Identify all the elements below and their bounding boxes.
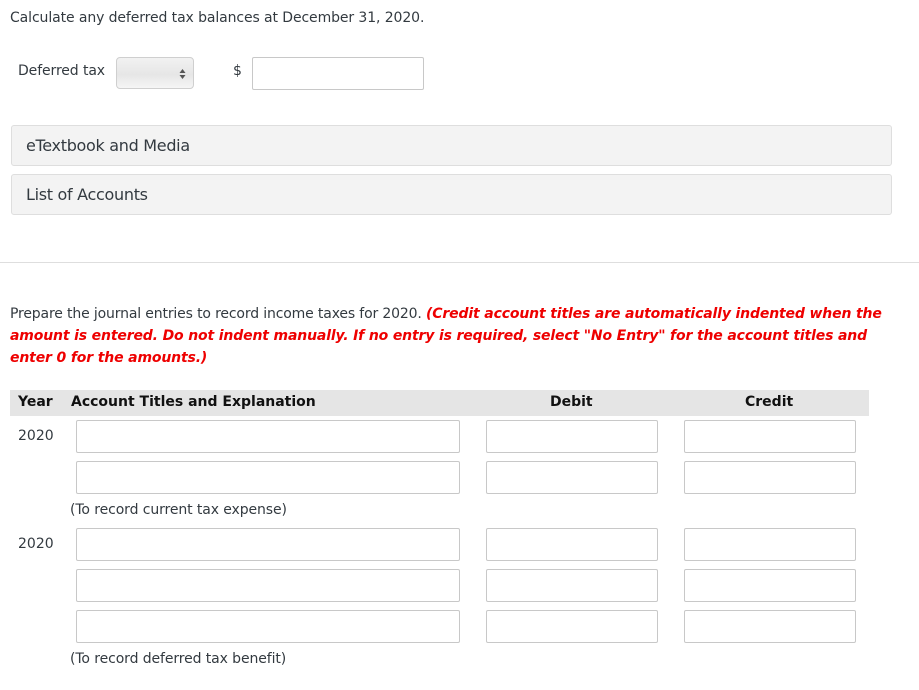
entry-1-row-2-account-input[interactable]: [76, 461, 460, 494]
part-b-question-text: Prepare the journal entries to record in…: [10, 306, 427, 322]
header-debit: Debit: [550, 394, 593, 410]
header-year: Year: [18, 394, 53, 410]
entry-1-row-1-account-input[interactable]: [76, 420, 460, 453]
header-credit: Credit: [745, 394, 794, 410]
entry-2-row-3-credit-input[interactable]: [684, 610, 856, 643]
entry-2-row-2-account-input[interactable]: [76, 569, 460, 602]
entry-1-year: 2020: [18, 428, 54, 444]
entry-2-row-2-credit-input[interactable]: [684, 569, 856, 602]
entry-1-memo: (To record current tax expense): [70, 502, 287, 518]
entry-1-row-2-debit-input[interactable]: [486, 461, 658, 494]
entry-2-row-3-account-input[interactable]: [76, 610, 460, 643]
select-updown-icon: [179, 69, 186, 79]
header-account-titles: Account Titles and Explanation: [71, 394, 316, 410]
entry-1-row-1-credit-input[interactable]: [684, 420, 856, 453]
entry-2-row-1-account-input[interactable]: [76, 528, 460, 561]
list-of-accounts-label: List of Accounts: [26, 185, 148, 204]
deferred-tax-type-select[interactable]: [116, 57, 194, 89]
entry-2-year: 2020: [18, 536, 54, 552]
entry-1-row-1-debit-input[interactable]: [486, 420, 658, 453]
part-b-question: Prepare the journal entries to record in…: [10, 303, 890, 369]
list-of-accounts-button[interactable]: List of Accounts: [11, 174, 892, 215]
entry-2-row-1-credit-input[interactable]: [684, 528, 856, 561]
part-a-question: Calculate any deferred tax balances at D…: [10, 10, 425, 26]
entry-2-row-1-debit-input[interactable]: [486, 528, 658, 561]
deferred-tax-amount-input[interactable]: [252, 57, 424, 90]
journal-table-header: Year Account Titles and Explanation Debi…: [10, 390, 869, 416]
etextbook-and-media-button[interactable]: eTextbook and Media: [11, 125, 892, 166]
entry-2-row-2-debit-input[interactable]: [486, 569, 658, 602]
currency-symbol: $: [233, 63, 242, 79]
deferred-tax-label: Deferred tax: [18, 63, 105, 79]
etextbook-and-media-label: eTextbook and Media: [26, 136, 190, 155]
section-divider: [0, 262, 919, 263]
entry-1-row-2-credit-input[interactable]: [684, 461, 856, 494]
entry-2-row-3-debit-input[interactable]: [486, 610, 658, 643]
entry-2-memo: (To record deferred tax benefit): [70, 651, 287, 667]
